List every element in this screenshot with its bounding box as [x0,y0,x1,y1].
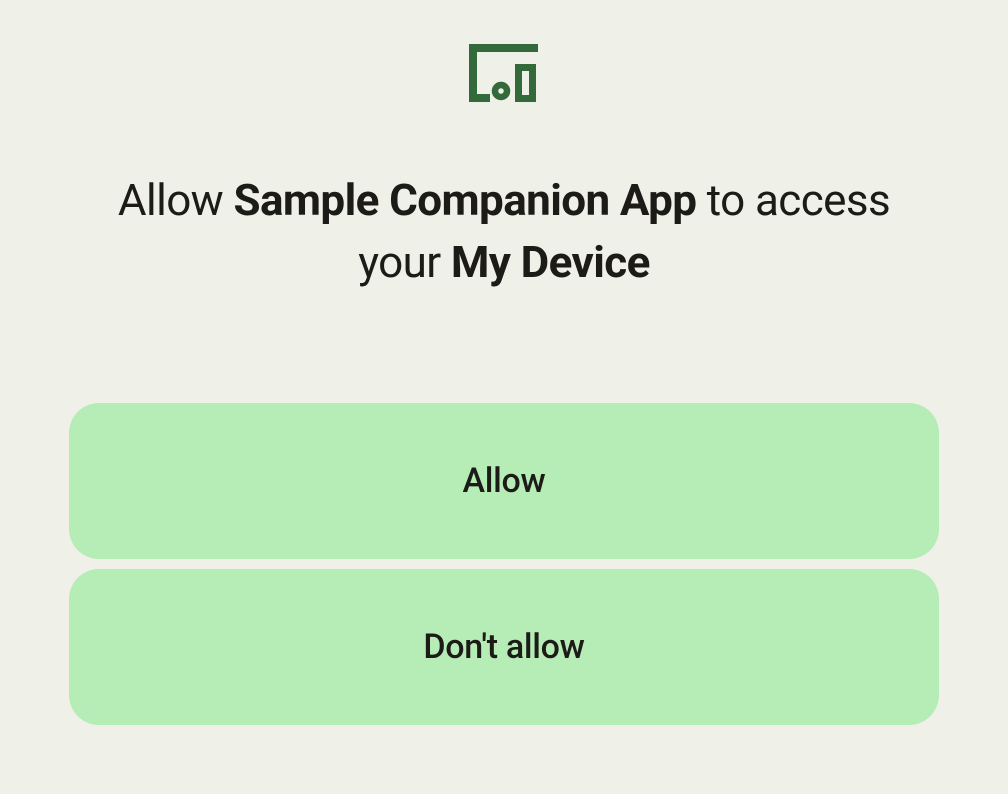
permission-icon [465,44,543,106]
allow-button[interactable]: Allow [69,403,939,559]
title-app-name: Sample Companion App [233,174,696,226]
title-prefix: Allow [118,174,234,226]
permission-title: Allow Sample Companion App to access you… [74,170,934,293]
title-device-name: My Device [451,236,650,288]
devices-icon [465,44,543,102]
button-group: Allow Don't allow [69,403,939,725]
deny-button[interactable]: Don't allow [69,569,939,725]
